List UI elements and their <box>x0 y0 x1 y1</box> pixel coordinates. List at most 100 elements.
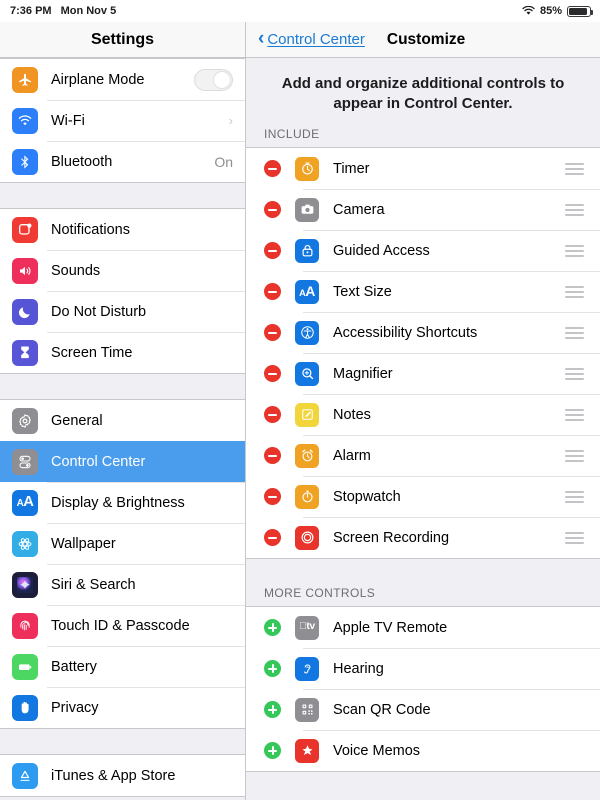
sidebar-item-airplane-mode[interactable]: Airplane Mode <box>0 59 245 100</box>
add-control-button[interactable] <box>264 701 281 718</box>
control-label: Magnifier <box>333 366 393 382</box>
sidebar-item-label: Screen Time <box>51 345 132 361</box>
control-label: Apple TV Remote <box>333 620 447 636</box>
sidebar-item-do-not-disturb[interactable]: Do Not Disturb <box>0 291 245 332</box>
remove-control-button[interactable] <box>264 447 281 464</box>
add-control-button[interactable] <box>264 660 281 677</box>
group-separator <box>0 183 245 208</box>
remove-control-button[interactable] <box>264 406 281 423</box>
control-row-stopwatch[interactable]: Stopwatch <box>246 476 600 517</box>
sidebar-item-itunes-app-store[interactable]: iTunes & App Store <box>0 755 245 796</box>
hourglass-icon <box>12 340 38 366</box>
sidebar-item-label: Airplane Mode <box>51 72 145 88</box>
control-label: Notes <box>333 407 371 423</box>
split-view: Settings Airplane ModeWi-Fi›BluetoothOnN… <box>0 22 600 800</box>
hand-icon <box>12 695 38 721</box>
control-row-accessibility-shortcuts[interactable]: Accessibility Shortcuts <box>246 312 600 353</box>
control-row-notes[interactable]: Notes <box>246 394 600 435</box>
remove-control-button[interactable] <box>264 160 281 177</box>
drag-handle[interactable] <box>565 245 584 257</box>
drag-handle[interactable] <box>565 409 584 421</box>
sidebar-item-value: On <box>214 154 233 170</box>
sidebar-item-label: Sounds <box>51 263 100 279</box>
back-button[interactable]: ‹ Control Center <box>258 31 365 48</box>
remove-control-button[interactable] <box>264 488 281 505</box>
sidebar-item-bluetooth[interactable]: BluetoothOn <box>0 141 245 182</box>
remove-control-button[interactable] <box>264 529 281 546</box>
sounds-icon <box>12 258 38 284</box>
control-row-scan-qr-code[interactable]: Scan QR Code <box>246 689 600 730</box>
group-separator <box>0 374 245 399</box>
add-control-button[interactable] <box>264 619 281 636</box>
control-row-screen-recording[interactable]: Screen Recording <box>246 517 600 558</box>
control-row-timer[interactable]: Timer <box>246 148 600 189</box>
status-bar-right: 85% <box>522 5 591 17</box>
control-row-magnifier[interactable]: Magnifier <box>246 353 600 394</box>
settings-group: General Control CenterAADisplay & Brightn… <box>0 399 245 729</box>
hearing-icon <box>295 657 319 681</box>
sidebar-item-label: Touch ID & Passcode <box>51 618 190 634</box>
sidebar-item-privacy[interactable]: Privacy <box>0 687 245 728</box>
control-center-icon <box>12 449 38 475</box>
sidebar-item-sounds[interactable]: Sounds <box>0 250 245 291</box>
gear-icon <box>12 408 38 434</box>
settings-group: iTunes & App Store <box>0 754 245 797</box>
control-row-apple-tv-remote[interactable]: tvApple TV Remote <box>246 607 600 648</box>
drag-handle[interactable] <box>565 491 584 503</box>
battery-icon <box>12 654 38 680</box>
timer-icon <box>295 157 319 181</box>
section-separator <box>246 559 600 583</box>
control-row-camera[interactable]: Camera <box>246 189 600 230</box>
drag-handle[interactable] <box>565 286 584 298</box>
settings-group: Notifications Sounds Do Not Disturb Screen … <box>0 208 245 374</box>
bluetooth-icon <box>12 149 38 175</box>
control-row-voice-memos[interactable]: Voice Memos <box>246 730 600 771</box>
sidebar-item-touch-id-passcode[interactable]: Touch ID & Passcode <box>0 605 245 646</box>
control-row-guided-access[interactable]: Guided Access <box>246 230 600 271</box>
drag-handle[interactable] <box>565 450 584 462</box>
sidebar-item-label: Wallpaper <box>51 536 116 552</box>
airplane-mode-toggle[interactable] <box>194 69 233 91</box>
qr-code-icon <box>295 698 319 722</box>
drag-handle[interactable] <box>565 163 584 175</box>
sidebar-item-label: General <box>51 413 103 429</box>
control-row-hearing[interactable]: Hearing <box>246 648 600 689</box>
remove-control-button[interactable] <box>264 324 281 341</box>
add-control-button[interactable] <box>264 742 281 759</box>
remove-control-button[interactable] <box>264 242 281 259</box>
drag-handle[interactable] <box>565 532 584 544</box>
drag-handle[interactable] <box>565 368 584 380</box>
sidebar-item-wallpaper[interactable]: Wallpaper <box>0 523 245 564</box>
sidebar-item-control-center[interactable]: Control Center <box>0 441 245 482</box>
sidebar-item-label: iTunes & App Store <box>51 768 175 784</box>
guided-access-icon <box>295 239 319 263</box>
intro-text: Add and organize additional controls to … <box>246 58 600 124</box>
text-size-icon: AA <box>12 490 38 516</box>
settings-list[interactable]: Airplane Mode Wi-Fi›BluetoothOn Notificati… <box>0 58 245 800</box>
status-bar: 7:36 PM Mon Nov 5 85% <box>0 0 600 22</box>
control-label: Stopwatch <box>333 489 401 505</box>
settings-group: Airplane Mode Wi-Fi›BluetoothOn <box>0 58 245 183</box>
drag-handle[interactable] <box>565 204 584 216</box>
settings-sidebar: Settings Airplane ModeWi-Fi›BluetoothOnN… <box>0 22 246 800</box>
remove-control-button[interactable] <box>264 201 281 218</box>
sidebar-item-screen-time[interactable]: Screen Time <box>0 332 245 373</box>
sidebar-item-label: Siri & Search <box>51 577 136 593</box>
sidebar-item-battery[interactable]: Battery <box>0 646 245 687</box>
sidebar-item-wi-fi[interactable]: Wi-Fi› <box>0 100 245 141</box>
sidebar-item-notifications[interactable]: Notifications <box>0 209 245 250</box>
control-row-text-size[interactable]: AAText Size <box>246 271 600 312</box>
control-label: Hearing <box>333 661 384 677</box>
chevron-left-icon: ‹ <box>258 29 264 48</box>
control-label: Screen Recording <box>333 530 449 546</box>
remove-control-button[interactable] <box>264 283 281 300</box>
control-row-alarm[interactable]: Alarm <box>246 435 600 476</box>
sidebar-item-siri-search[interactable]: Siri & Search <box>0 564 245 605</box>
detail-title: Customize <box>387 31 465 49</box>
control-label: Text Size <box>333 284 392 300</box>
sidebar-item-general[interactable]: General <box>0 400 245 441</box>
remove-control-button[interactable] <box>264 365 281 382</box>
sidebar-item-display-brightness[interactable]: AADisplay & Brightness <box>0 482 245 523</box>
accessibility-icon <box>295 321 319 345</box>
drag-handle[interactable] <box>565 327 584 339</box>
